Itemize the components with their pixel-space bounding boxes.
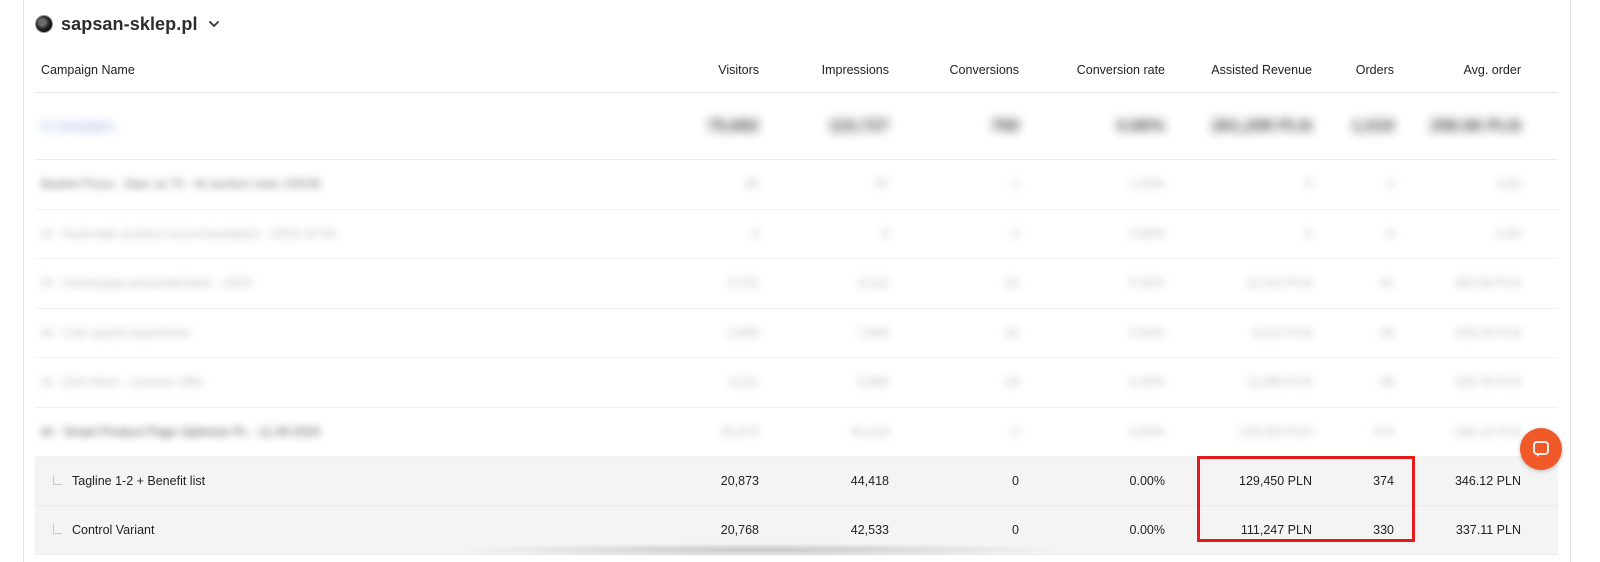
table-row[interactable]: Basket Pizza - Stan za 7h - At section r… <box>35 160 1558 210</box>
visitors-value: 5,903 <box>727 325 759 340</box>
visitors-value: 65 <box>745 177 759 192</box>
orders-value: 374 <box>1373 474 1394 488</box>
conversions-value: 32 <box>1005 325 1019 340</box>
conversions-value: 0 <box>1012 424 1019 439</box>
chat-bubble-icon[interactable] <box>1520 428 1562 470</box>
impressions-value: 7,845 <box>857 325 889 340</box>
avg-order-value: 0.00 <box>1496 226 1521 241</box>
table-header: Campaign Name Visitors Impressions Conve… <box>35 48 1558 93</box>
assisted-revenue-value: 0 <box>1305 226 1312 241</box>
summary-conversion-rate: 0.66% <box>1116 116 1165 135</box>
assisted-revenue-value: 8,212 PLN <box>1252 325 1312 340</box>
avg-order-value: 332.78 PLN <box>1454 375 1521 390</box>
conversion-rate-value: 0.54% <box>1129 325 1165 340</box>
tree-branch-icon <box>53 475 62 485</box>
conversions-value: 1 <box>1012 177 1019 192</box>
table-row[interactable]: AI - Exit intent - summer offer 4,211 5,… <box>35 358 1558 408</box>
campaign-name[interactable]: AI - Homepage personalization - 2023 <box>41 259 252 308</box>
impressions-value: 6,112 <box>858 276 889 291</box>
avg-order-value: 346.12 PLN <box>1454 424 1521 439</box>
assisted-revenue-value: 11,980 PLN <box>1246 375 1312 390</box>
assisted-revenue-value: 129,450 PLN <box>1239 474 1312 488</box>
avg-order-value: 293.29 PLN <box>1454 325 1521 340</box>
conversions-value: 12 <box>1005 276 1019 291</box>
assisted-revenue-value: 0 <box>1305 177 1312 192</box>
impressions-value: 0 <box>882 226 889 241</box>
column-header-campaign-name[interactable]: Campaign Name <box>41 48 135 92</box>
variant-name[interactable]: Tagline 1-2 + Benefit list <box>72 457 205 505</box>
conversion-rate-value: 0.00% <box>1129 474 1165 488</box>
conversions-value: 0 <box>1012 226 1019 241</box>
assisted-revenue-value: 12,410 PLN <box>1245 276 1312 291</box>
tree-branch-icon <box>53 524 62 534</box>
conversion-rate-value: 1.53% <box>1129 177 1165 192</box>
orders-value: 41 <box>1380 276 1394 291</box>
column-header-impressions[interactable]: Impressions <box>775 48 889 92</box>
table-row[interactable]: AI - Cart upsell experiment 5,903 7,845 … <box>35 309 1558 358</box>
impressions-value: 44,418 <box>850 424 889 439</box>
orders-value: 330 <box>1373 523 1394 537</box>
summary-orders: 1,019 <box>1351 116 1394 135</box>
site-name: sapsan-sklep.pl <box>61 13 198 34</box>
summary-impressions: 115,727 <box>828 116 889 135</box>
bottom-shadow <box>450 543 1070 557</box>
table-row[interactable]: AI - Automatic product recommendation - … <box>35 210 1558 259</box>
visitors-value: 4,211 <box>728 375 759 390</box>
conversions-value: 0 <box>1012 474 1019 488</box>
orders-value: 374 <box>1373 424 1394 439</box>
visitors-value: 0 <box>752 226 759 241</box>
column-header-orders[interactable]: Orders <box>1325 48 1394 92</box>
conversion-rate-value: 0.00% <box>1129 424 1165 439</box>
summary-conversions: 769 <box>990 116 1019 135</box>
site-logo-icon <box>35 15 53 33</box>
visitors-value: 20,873 <box>720 474 759 488</box>
avg-order-value: 0.00 <box>1496 177 1521 192</box>
summary-row: 6 Campaigns 75,682 115,727 769 0.66% 261… <box>35 93 1558 160</box>
orders-value: 36 <box>1380 375 1394 390</box>
visitors-value: 3,721 <box>727 276 759 291</box>
orders-value: 0 <box>1387 226 1394 241</box>
visitors-value: 20,873 <box>720 424 759 439</box>
campaign-name[interactable]: AI - Cart upsell experiment <box>41 309 189 358</box>
assisted-revenue-value: 111,247 PLN <box>1240 523 1312 537</box>
campaign-name[interactable]: Basket Pizza - Stan za 7h - At section r… <box>41 160 321 209</box>
column-header-assisted-revenue[interactable]: Assisted Revenue <box>1175 48 1312 92</box>
table-row[interactable]: AI - Homepage personalization - 2023 3,7… <box>35 259 1558 309</box>
campaign-name[interactable]: AI - Automatic product recommendation - … <box>41 210 336 259</box>
column-header-avg-order[interactable]: Avg. order <box>1415 48 1521 92</box>
orders-value: 0 <box>1387 177 1394 192</box>
conversion-rate-value: 0.00% <box>1129 226 1165 241</box>
summary-visitors: 75,682 <box>707 116 759 135</box>
summary-assisted-revenue: 261,299 PLN <box>1211 116 1312 135</box>
conversions-value: 18 <box>1005 375 1019 390</box>
impressions-value: 5,960 <box>857 375 889 390</box>
assisted-revenue-value: 129,450 PLN <box>1239 424 1312 439</box>
variant-name[interactable]: Control Variant <box>72 506 154 554</box>
variant-row[interactable]: Tagline 1-2 + Benefit list 20,873 44,418… <box>35 457 1558 506</box>
column-header-visitors[interactable]: Visitors <box>655 48 759 92</box>
campaign-table: Campaign Name Visitors Impressions Conve… <box>35 48 1558 555</box>
avg-order-value: 346.12 PLN <box>1454 474 1521 488</box>
avg-order-value: 337.11 PLN <box>1455 523 1521 537</box>
avg-order-value: 302.68 PLN <box>1454 276 1521 291</box>
summary-campaign-count[interactable]: 6 Campaigns <box>41 93 115 159</box>
column-header-conversions[interactable]: Conversions <box>905 48 1019 92</box>
table-row[interactable]: AI - Smart Product Page Optimize PL - 11… <box>35 408 1558 457</box>
impressions-value: 44,418 <box>850 474 889 488</box>
site-selector[interactable]: sapsan-sklep.pl <box>35 12 222 36</box>
conversion-rate-value: 0.43% <box>1129 375 1165 390</box>
chevron-down-icon[interactable] <box>206 16 222 32</box>
campaign-name[interactable]: AI - Exit intent - summer offer <box>41 358 203 407</box>
impressions-value: 97 <box>875 177 889 192</box>
orders-value: 28 <box>1380 325 1394 340</box>
conversion-rate-value: 0.32% <box>1129 276 1165 291</box>
campaign-name[interactable]: AI - Smart Product Page Optimize PL - 11… <box>41 408 320 457</box>
summary-avg-order: 256.66 PLN <box>1430 116 1521 135</box>
column-header-conversion-rate[interactable]: Conversion rate <box>1035 48 1165 92</box>
